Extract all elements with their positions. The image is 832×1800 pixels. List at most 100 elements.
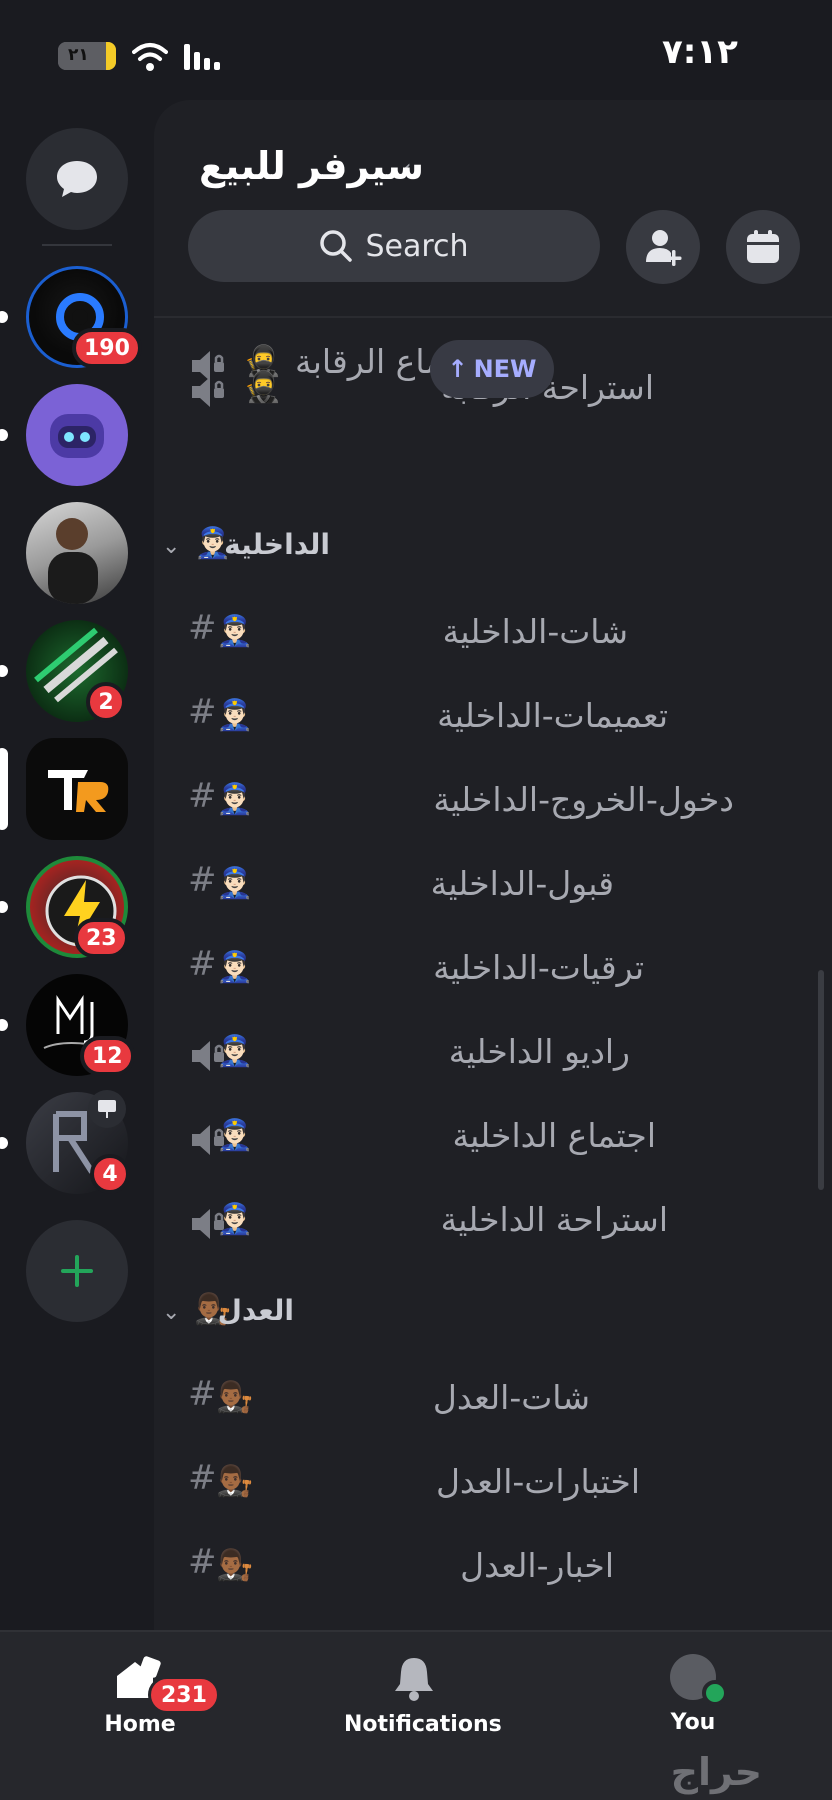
channel-name: ترقيات-الداخلية [433,948,644,987]
unread-indicator [0,901,8,913]
judge-emoji: 👨🏾‍⚖️ [216,1380,254,1415]
mention-badge: 12 [80,1036,135,1076]
text-channel[interactable]: # 👮🏻‍♂️ قبول-الداخلية [154,858,832,918]
text-channel[interactable]: # 👮🏻‍♂️ دخول-الخروج-الداخلية [154,774,832,834]
server-item[interactable]: 190 [0,266,152,368]
locked-voice-icon [192,377,224,407]
app-root: ٢١ ٧:١٢ 190 2 23 12 4 ‹ سيرفر للبيع Sear… [0,0,832,1800]
ninja-emoji: 🥷 [244,370,282,405]
channel-panel: ‹ سيرفر للبيع Search ↑ NEW 🥷 اجتماع الرق… [154,100,832,1630]
status-bar: ٢١ ٧:١٢ [0,0,832,100]
search-button[interactable]: Search [188,210,600,282]
bell-icon [395,1658,433,1701]
nav-notifications-label: Notifications [344,1712,502,1737]
avatar [670,1654,728,1706]
new-unreads-button[interactable]: ↑ NEW [430,340,554,398]
server-item[interactable]: 2 [0,620,152,722]
search-icon [320,230,353,262]
voice-channel[interactable]: 👮🏻‍♂️ اجتماع الداخلية [154,1110,832,1170]
chevron-down-icon: ⌄ [162,1300,181,1325]
text-channel[interactable]: # 👨🏾‍⚖️ اخبار-العدل [154,1540,832,1600]
unread-indicator [0,1137,8,1149]
server-name[interactable]: سيرفر للبيع [199,144,424,188]
arrow-up-icon: ↑ [447,355,468,383]
mention-badge: 190 [72,328,142,368]
server-item[interactable]: 12 [0,974,152,1076]
wifi-icon [132,43,168,71]
server-item-selected[interactable] [0,738,152,840]
nav-notifications[interactable]: Notifications [344,1654,502,1737]
text-channel[interactable]: # 👨🏾‍⚖️ شات-العدل [154,1372,832,1432]
add-server-button[interactable] [26,1220,128,1322]
rail-divider [42,244,112,246]
judge-emoji: 👨🏾‍⚖️ [216,1464,254,1499]
voice-channel[interactable]: 👮🏻‍♂️ استراحة الداخلية [154,1194,832,1254]
mention-badge: 23 [74,918,129,958]
server-item[interactable]: 4 [0,1090,152,1194]
unread-indicator [0,311,8,323]
server-item[interactable] [0,502,152,604]
channel-name: قبول-الداخلية [430,864,614,903]
text-channel[interactable]: # 👮🏻‍♂️ تعميمات-الداخلية [154,690,832,750]
channel-name: راديو الداخلية [448,1032,630,1071]
nav-you[interactable]: You [660,1654,728,1735]
channel-name: اجتماع الداخلية [452,1116,656,1155]
nav-home-label: Home [104,1712,176,1737]
channel-name: شات-الداخلية [442,612,628,651]
plus-icon [61,1255,93,1287]
unread-indicator [0,1019,8,1031]
server-item[interactable]: 23 [0,856,152,958]
watermark: حراج [670,1750,762,1794]
channel-name: تعميمات-الداخلية [437,696,668,735]
server-icon [26,738,128,840]
server-icon [26,502,128,604]
judge-emoji: 👨🏾‍⚖️ [216,1548,254,1583]
calendar-icon [747,230,779,263]
channel-name: شات-العدل [432,1378,590,1417]
battery-icon: ٢١ [58,42,116,70]
invite-members-button[interactable] [626,210,700,284]
nav-you-label: You [670,1710,716,1735]
category-header[interactable]: ⌄ 👮🏻‍♂️ الداخلية [154,520,832,580]
stage-activity-icon [88,1090,126,1128]
add-user-icon [646,230,682,266]
online-status-indicator [702,1680,728,1706]
channel-name: اختبارات-العدل [435,1462,640,1501]
police-emoji: 👮🏻‍♂️ [216,1118,254,1153]
police-emoji: 👮🏻‍♂️ [216,866,254,901]
police-emoji: 👮🏻‍♂️ [216,950,254,985]
mention-badge: 2 [86,682,126,722]
voice-channel[interactable]: 👮🏻‍♂️ راديو الداخلية [154,1026,832,1086]
channel-name: استراحة الداخلية [440,1200,668,1239]
home-badge: 231 [148,1676,220,1714]
channel-name: اخبار-العدل [460,1546,614,1585]
police-emoji: 👮🏻‍♂️ [216,698,254,733]
server-icon [26,384,128,486]
events-button[interactable] [726,210,800,284]
status-time: ٧:١٢ [662,32,738,72]
new-label: NEW [473,355,537,383]
police-emoji: 👮🏻‍♂️ [216,614,254,649]
category-header[interactable]: ⌄ 👨🏾‍⚖️ العدل [154,1286,832,1346]
scrollbar[interactable] [818,970,824,1190]
police-emoji: 👮🏻‍♂️ [216,1202,254,1237]
police-emoji: 👮🏻‍♂️ [216,1034,254,1069]
battery-level: ٢١ [68,45,89,65]
category-name: العدل [217,1294,294,1327]
server-item[interactable] [0,384,152,486]
mention-badge: 4 [90,1154,130,1194]
category-name: الداخلية [224,528,330,561]
direct-messages-button[interactable] [26,128,128,230]
bottom-nav: Home 231 Notifications You حراج [0,1630,832,1800]
text-channel[interactable]: # 👨🏾‍⚖️ اختبارات-العدل [154,1456,832,1516]
signal-icon [184,44,220,70]
chat-bubble-icon [57,161,97,197]
search-label: Search [365,228,469,264]
server-rail: 190 2 23 12 4 [0,100,152,1630]
selected-indicator [0,748,8,830]
police-emoji: 👮🏻‍♂️ [216,782,254,817]
chevron-down-icon: ⌄ [162,534,181,559]
text-channel[interactable]: # 👮🏻‍♂️ ترقيات-الداخلية [154,942,832,1002]
text-channel[interactable]: # 👮🏻‍♂️ شات-الداخلية [154,606,832,666]
header-divider [154,316,832,318]
